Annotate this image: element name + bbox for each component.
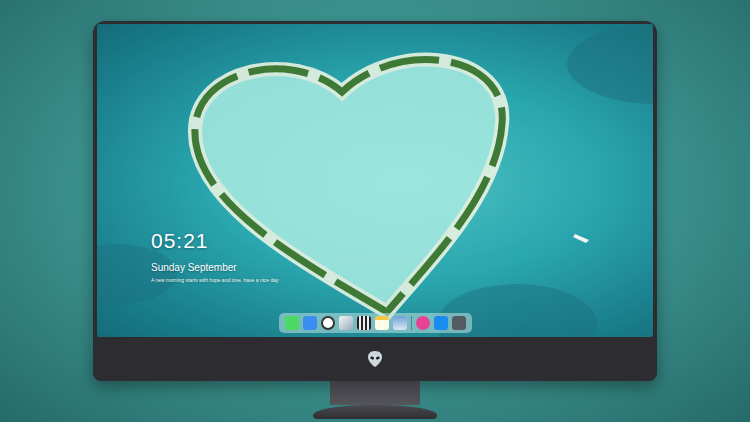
messages-icon[interactable]: [285, 316, 299, 330]
clock-time: 05:21: [151, 229, 653, 252]
notes-icon[interactable]: [375, 316, 389, 330]
app-store-icon[interactable]: [434, 316, 448, 330]
wallpaper: [97, 24, 653, 337]
clock-icon[interactable]: [321, 316, 335, 330]
monitor-chin: [97, 337, 653, 381]
monitor: 05:21 Sunday September A new morning sta…: [93, 21, 657, 381]
clock-message: A new morning starts with hope and love,…: [151, 277, 653, 284]
finder-icon[interactable]: [303, 316, 317, 330]
alien-logo-icon: [367, 350, 383, 368]
monitor-stand: [330, 381, 420, 405]
music-icon[interactable]: [416, 316, 430, 330]
video-icon[interactable]: [357, 316, 371, 330]
monitor-base: [313, 405, 437, 419]
photos-icon[interactable]: [339, 316, 353, 330]
preview-icon[interactable]: [393, 316, 407, 330]
clock-date: Sunday September: [151, 262, 653, 274]
dock: [279, 313, 472, 333]
camera-icon[interactable]: [452, 316, 466, 330]
desktop-screen: 05:21 Sunday September A new morning sta…: [97, 24, 653, 337]
